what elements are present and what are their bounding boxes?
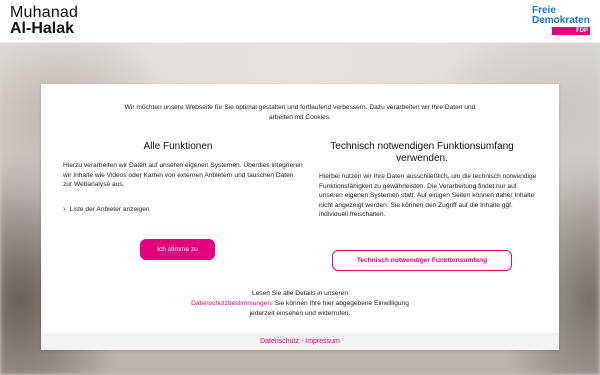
essential-title: Technisch notwendigen Funktionsumfang ve…	[330, 141, 514, 164]
all-functions-text: Hierzu verarbeiten wir Daten auf unseren…	[63, 162, 303, 189]
privacy-policy-link[interactable]: Datenschutzbestimmungen	[191, 300, 271, 307]
provider-list-label: Liste der Anbieter anzeigen	[69, 205, 150, 213]
privacy-details: Lesen Sie alle Details in unseren Datens…	[191, 289, 409, 319]
details-after: . Sie können Ihre hier abgegebene Einwil…	[249, 300, 409, 317]
fdp-logo-tag: FDP	[552, 27, 590, 35]
chevron-right-icon: ›	[63, 204, 66, 213]
fdp-logo[interactable]: Freie Demokraten FDP	[532, 6, 590, 35]
logo-first-name: Muhanad	[10, 4, 79, 21]
site-logo[interactable]: Muhanad Al-Halak	[10, 5, 78, 37]
accept-all-button[interactable]: Ich stimme zu	[140, 239, 215, 260]
consent-footer: Datenschutz - Impressum	[41, 333, 559, 350]
footer-privacy-link[interactable]: Datenschutz	[260, 338, 299, 345]
provider-list-link[interactable]: › Liste der Anbieter anzeigen	[63, 205, 150, 213]
footer-imprint-link[interactable]: Impressum	[305, 338, 340, 345]
consent-intro: Wir möchten unsere Webseite für Sie opti…	[124, 104, 476, 121]
details-before: Lesen Sie alle Details in unseren	[251, 290, 349, 297]
essential-text: Hierbei nutzen wir Ihre Daten ausschließ…	[319, 173, 537, 219]
cookie-consent-dialog: Wir möchten unsere Webseite für Sie opti…	[41, 84, 559, 350]
all-functions-title: Alle Funktionen	[143, 141, 213, 152]
logo-last-name: Al-Halak	[10, 20, 75, 37]
site-header: Muhanad Al-Halak Freie Demokraten FDP	[0, 0, 600, 43]
fdp-logo-line2: Demokraten	[532, 15, 590, 26]
essential-only-button[interactable]: Technisch notwendiger Funktionsumfang	[332, 250, 512, 271]
